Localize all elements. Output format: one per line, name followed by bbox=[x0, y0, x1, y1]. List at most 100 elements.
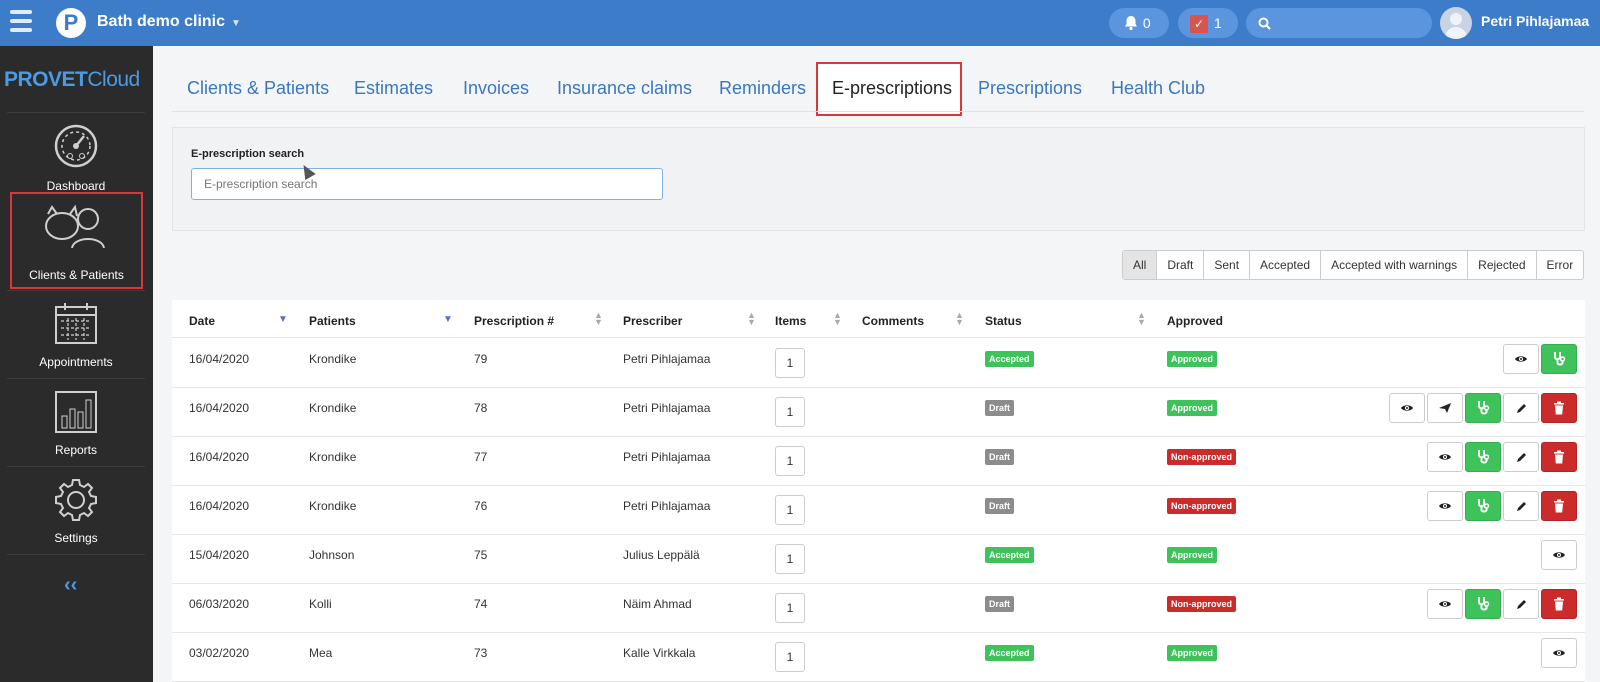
items-count-field[interactable]: 1 bbox=[775, 397, 805, 427]
bell-icon bbox=[1125, 16, 1137, 31]
delete-button[interactable] bbox=[1541, 393, 1577, 423]
column-header-approved[interactable]: Approved bbox=[1167, 314, 1223, 328]
items-count-field[interactable]: 1 bbox=[775, 544, 805, 574]
user-name[interactable]: Petri Pihlajamaa bbox=[1481, 13, 1589, 29]
tab-reminders[interactable]: Reminders bbox=[719, 78, 806, 99]
sort-desc-icon[interactable]: ▼ bbox=[443, 315, 453, 325]
filter-sent[interactable]: Sent bbox=[1203, 251, 1249, 279]
items-count-field[interactable]: 1 bbox=[775, 446, 805, 476]
send-button[interactable] bbox=[1427, 393, 1463, 423]
table-row[interactable]: 06/03/2020 Kolli 74 Näim Ahmad 1 Draft Non-app… bbox=[172, 583, 1585, 633]
sidebar-item-dashboard[interactable]: Dashboard bbox=[7, 112, 145, 200]
cell-date: 03/02/2020 bbox=[189, 646, 250, 660]
cell-patient[interactable]: Mea bbox=[309, 646, 332, 660]
view-button[interactable] bbox=[1541, 540, 1577, 570]
table-row[interactable]: 15/04/2020 Johnson 75 Julius Leppälä 1 Accept… bbox=[172, 534, 1585, 584]
edit-button[interactable] bbox=[1503, 589, 1539, 619]
clinic-selector[interactable]: Bath demo clinic ▼ bbox=[97, 13, 241, 31]
tab-invoices[interactable]: Invoices bbox=[463, 78, 529, 99]
column-header-prescription-number[interactable]: Prescription # bbox=[474, 314, 554, 328]
items-count-field[interactable]: 1 bbox=[775, 593, 805, 623]
filter-all[interactable]: All bbox=[1123, 251, 1157, 279]
sidebar-item-appointments[interactable]: Appointments bbox=[7, 290, 145, 378]
sort-both-icon[interactable]: ▲ ▼ bbox=[833, 311, 842, 327]
filter-error[interactable]: Error bbox=[1535, 251, 1584, 279]
items-count-field[interactable]: 1 bbox=[775, 348, 805, 378]
delete-button[interactable] bbox=[1541, 491, 1577, 521]
filter-accepted-with-warnings[interactable]: Accepted with warnings bbox=[1320, 251, 1467, 279]
cell-patient[interactable]: Krondike bbox=[309, 352, 356, 366]
tab-insurance-claims[interactable]: Insurance claims bbox=[557, 78, 692, 99]
table-row[interactable]: 16/04/2020 Krondike 79 Petri Pihlajamaa 1 Acc… bbox=[172, 338, 1585, 388]
table-row[interactable]: 16/04/2020 Krondike 78 Petri Pihlajamaa 1 Dra… bbox=[172, 387, 1585, 437]
stethoscope-button[interactable] bbox=[1541, 344, 1577, 374]
sidebar-item-clients-patients[interactable]: Clients & Patients bbox=[10, 192, 143, 289]
cell-patient[interactable]: Krondike bbox=[309, 450, 356, 464]
cell-patient[interactable]: Krondike bbox=[309, 499, 356, 513]
column-header-prescriber[interactable]: Prescriber bbox=[623, 314, 682, 328]
column-header-items[interactable]: Items bbox=[775, 314, 806, 328]
edit-button[interactable] bbox=[1503, 442, 1539, 472]
view-button[interactable] bbox=[1541, 638, 1577, 668]
paper-plane-icon bbox=[1439, 403, 1451, 413]
view-button[interactable] bbox=[1427, 589, 1463, 619]
sort-both-icon[interactable]: ▲ ▼ bbox=[594, 311, 603, 327]
table-row[interactable]: 03/02/2020 Mea 73 Kalle Virkkala 1 Accepted Ap… bbox=[172, 632, 1585, 682]
status-badge: Accepted bbox=[985, 351, 1034, 367]
tab-prescriptions[interactable]: Prescriptions bbox=[978, 78, 1082, 99]
cell-prescription-number: 77 bbox=[474, 450, 488, 464]
table-row[interactable]: 16/04/2020 Krondike 77 Petri Pihlajamaa 1 Dra… bbox=[172, 436, 1585, 486]
view-button[interactable] bbox=[1503, 344, 1539, 374]
view-button[interactable] bbox=[1389, 393, 1425, 423]
brand-suffix: Cloud bbox=[87, 68, 140, 91]
delete-button[interactable] bbox=[1541, 589, 1577, 619]
sidebar-item-label: Dashboard bbox=[46, 179, 106, 193]
filter-accepted[interactable]: Accepted bbox=[1249, 251, 1320, 279]
provet-logo-icon[interactable]: P bbox=[56, 8, 86, 38]
sort-both-icon[interactable]: ▲ ▼ bbox=[1137, 311, 1146, 327]
tab-health-club[interactable]: Health Club bbox=[1111, 78, 1205, 99]
tab-clients-patients[interactable]: Clients & Patients bbox=[187, 78, 329, 99]
global-search-input[interactable] bbox=[1246, 8, 1432, 38]
table-row[interactable]: 16/04/2020 Krondike 76 Petri Pihlajamaa 1 Dra… bbox=[172, 485, 1585, 535]
e-prescription-search-input[interactable] bbox=[191, 168, 663, 200]
edit-button[interactable] bbox=[1503, 491, 1539, 521]
cell-patient[interactable]: Johnson bbox=[309, 548, 354, 562]
view-button[interactable] bbox=[1427, 442, 1463, 472]
sort-both-icon[interactable]: ▲ ▼ bbox=[747, 311, 756, 327]
delete-button[interactable] bbox=[1541, 442, 1577, 472]
items-count-field[interactable]: 1 bbox=[775, 495, 805, 525]
edit-button[interactable] bbox=[1503, 393, 1539, 423]
user-avatar[interactable] bbox=[1440, 7, 1472, 39]
chevron-down-icon: ▼ bbox=[231, 18, 241, 29]
notifications-button[interactable]: 0 bbox=[1109, 8, 1169, 38]
items-count-field[interactable]: 1 bbox=[775, 642, 805, 672]
filter-rejected[interactable]: Rejected bbox=[1467, 251, 1535, 279]
sidebar-item-settings[interactable]: Settings bbox=[7, 466, 145, 554]
cell-patient[interactable]: Kolli bbox=[309, 597, 332, 611]
sidebar-item-reports[interactable]: Reports bbox=[7, 378, 145, 466]
stethoscope-button[interactable] bbox=[1465, 442, 1501, 472]
column-header-date[interactable]: Date bbox=[189, 314, 215, 328]
column-header-patients[interactable]: Patients bbox=[309, 314, 356, 328]
hamburger-menu-icon[interactable] bbox=[10, 10, 32, 32]
column-header-status[interactable]: Status bbox=[985, 314, 1022, 328]
top-bar: P Bath demo clinic ▼ 0 ✓ 1 Petri Pihlajama… bbox=[0, 0, 1600, 46]
cell-patient[interactable]: Krondike bbox=[309, 401, 356, 415]
filter-draft[interactable]: Draft bbox=[1156, 251, 1203, 279]
tab-e-prescriptions[interactable]: E-prescriptions bbox=[832, 78, 952, 99]
view-button[interactable] bbox=[1427, 491, 1463, 521]
tasks-button[interactable]: ✓ 1 bbox=[1178, 8, 1238, 38]
stethoscope-button[interactable] bbox=[1465, 491, 1501, 521]
collapse-sidebar-icon[interactable]: ‹‹ bbox=[64, 574, 77, 597]
sort-desc-icon[interactable]: ▼ bbox=[278, 315, 288, 325]
sort-both-icon[interactable]: ▲ ▼ bbox=[955, 311, 964, 327]
provet-cloud-logo[interactable]: PROVETCloud bbox=[4, 68, 140, 92]
eye-icon bbox=[1439, 503, 1451, 509]
tab-estimates[interactable]: Estimates bbox=[354, 78, 433, 99]
e-prescriptions-table: Date ▼ Patients ▼ Prescription # ▲ ▼ Pres… bbox=[172, 300, 1585, 682]
stethoscope-button[interactable] bbox=[1465, 589, 1501, 619]
column-header-comments[interactable]: Comments bbox=[862, 314, 924, 328]
stethoscope-button[interactable] bbox=[1465, 393, 1501, 423]
approval-badge: Approved bbox=[1167, 645, 1218, 661]
